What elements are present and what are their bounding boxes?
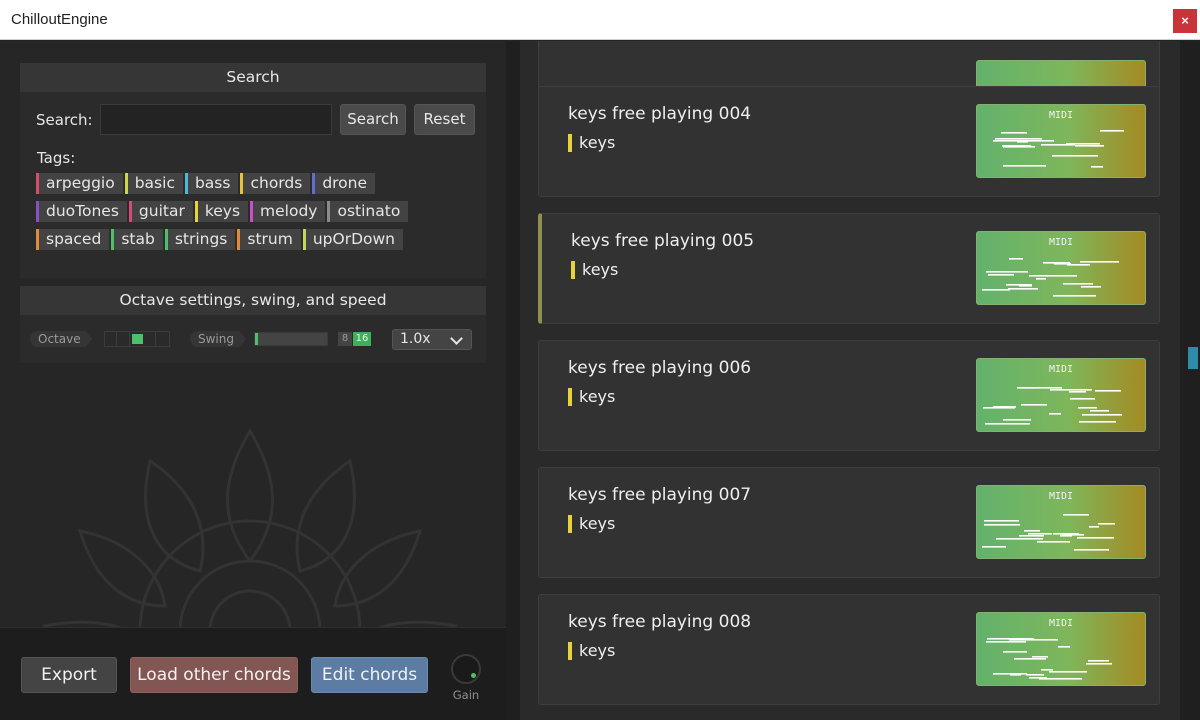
tag-spaced[interactable]: spaced (36, 229, 110, 250)
search-label: Search: (36, 111, 93, 129)
close-button[interactable]: × (1173, 9, 1197, 33)
tag-ostinato[interactable]: ostinato (327, 201, 409, 222)
reset-button[interactable]: Reset (414, 104, 475, 135)
list-item[interactable]: keys free playing 005 keys MIDI (538, 213, 1160, 324)
pattern-name: keys free playing 007 (568, 485, 752, 505)
swing-slider[interactable] (254, 332, 328, 346)
pattern-name: keys free playing 005 (571, 231, 755, 251)
speed-value: 1.0x (400, 331, 431, 347)
tag-arpeggio[interactable]: arpeggio (36, 173, 123, 194)
bottom-bar: Export Load other chords Edit chords Gai… (0, 627, 506, 720)
midi-preview[interactable]: MIDI (976, 231, 1146, 305)
gain-knob[interactable] (451, 654, 481, 684)
midi-preview[interactable]: MIDI (976, 612, 1146, 686)
tag-list: arpeggio basic bass chords drone duoTones guit… (36, 173, 476, 257)
window-title: ChilloutEngine (11, 11, 108, 28)
tag-stab[interactable]: stab (111, 229, 163, 250)
list-item[interactable]: keys free playing 004 keys MIDI (538, 86, 1160, 197)
swing-8-toggle[interactable]: 8 (338, 332, 352, 346)
tag-strings[interactable]: strings (164, 229, 236, 250)
close-icon: × (1181, 13, 1189, 28)
pattern-name: keys free playing 004 (568, 104, 752, 124)
swing-label: Swing (190, 331, 246, 347)
speed-select[interactable]: 1.0x (392, 329, 472, 350)
list-item[interactable]: keys free playing 006 keys MIDI (538, 340, 1160, 451)
tag-bass[interactable]: bass (184, 173, 239, 194)
title-bar: ChilloutEngine × (0, 0, 1200, 40)
tag-melody[interactable]: melody (250, 201, 326, 222)
export-button[interactable]: Export (21, 657, 117, 693)
tags-label: Tags: (37, 149, 76, 167)
pattern-name: keys free playing 006 (568, 358, 752, 378)
pattern-tag: keys (568, 388, 615, 406)
pattern-list: keys free playing 004 keys MIDI keys free p… (506, 41, 1200, 720)
left-panel: Search Search: Search Reset Tags: arpegg… (0, 41, 506, 720)
octave-panel-header: Octave settings, swing, and speed (20, 286, 486, 315)
midi-preview[interactable]: MIDI (976, 358, 1146, 432)
octave-selector[interactable] (104, 331, 170, 347)
octave-panel: Octave settings, swing, and speed Octave… (20, 286, 486, 363)
pattern-tag: keys (568, 134, 615, 152)
search-panel: Search Search: Search Reset Tags: arpegg… (20, 63, 486, 278)
pattern-tag: keys (568, 642, 615, 660)
octave-label: Octave (30, 331, 93, 347)
octave-indicator (132, 334, 143, 344)
search-panel-header: Search (20, 63, 486, 92)
tag-keys[interactable]: keys (194, 201, 249, 222)
tag-drone[interactable]: drone (312, 173, 376, 194)
midi-preview[interactable]: MIDI (976, 485, 1146, 559)
scrollbar-thumb[interactable] (1188, 347, 1198, 369)
tag-basic[interactable]: basic (124, 173, 183, 194)
search-input[interactable] (100, 104, 332, 135)
pattern-tag: keys (568, 515, 615, 533)
chevron-down-icon (450, 332, 463, 345)
swing-16-toggle[interactable]: 16 (353, 332, 371, 346)
midi-preview[interactable]: MIDI (976, 104, 1146, 178)
tag-chords[interactable]: chords (240, 173, 311, 194)
gain-label: Gain (452, 688, 480, 702)
tag-guitar[interactable]: guitar (128, 201, 193, 222)
list-item[interactable]: keys free playing 008 keys MIDI (538, 594, 1160, 705)
tag-upordown[interactable]: upOrDown (302, 229, 403, 250)
pattern-tag: keys (571, 261, 618, 279)
tag-strum[interactable]: strum (237, 229, 301, 250)
pattern-name: keys free playing 008 (568, 612, 752, 632)
tag-duotones[interactable]: duoTones (36, 201, 127, 222)
list-item[interactable]: keys free playing 007 keys MIDI (538, 467, 1160, 578)
search-button[interactable]: Search (340, 104, 406, 135)
edit-chords-button[interactable]: Edit chords (311, 657, 428, 693)
load-other-chords-button[interactable]: Load other chords (130, 657, 298, 693)
